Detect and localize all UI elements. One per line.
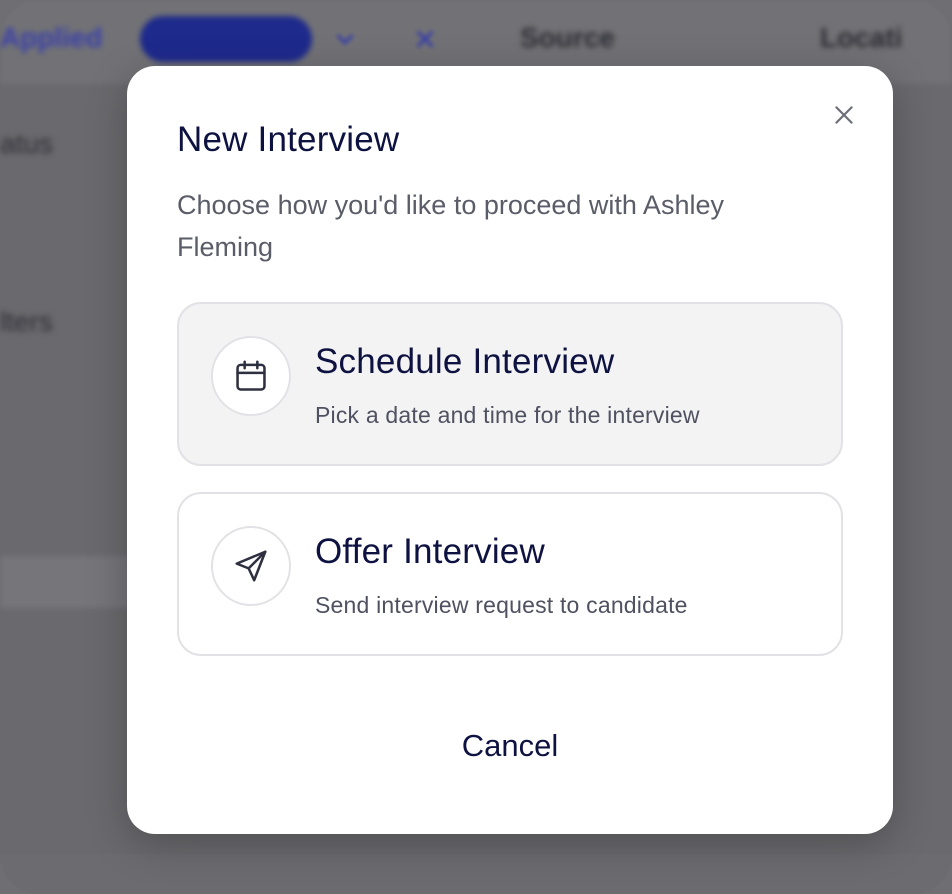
send-icon bbox=[235, 550, 267, 582]
background-location-filter: Locati bbox=[820, 22, 903, 53]
new-interview-dialog: New Interview Choose how you'd like to p… bbox=[127, 66, 893, 834]
cancel-button[interactable]: Cancel bbox=[177, 720, 843, 770]
background-chevron-down-icon bbox=[336, 34, 354, 45]
background-source-filter: Source bbox=[520, 22, 615, 53]
schedule-icon-circle bbox=[211, 336, 291, 416]
close-icon bbox=[835, 106, 853, 124]
offer-icon-circle bbox=[211, 526, 291, 606]
background-row bbox=[0, 556, 140, 608]
background-close-icon bbox=[416, 30, 434, 48]
schedule-interview-description: Pick a date and time for the interview bbox=[315, 402, 700, 428]
dialog-subtitle: Choose how you'd like to proceed with As… bbox=[177, 190, 724, 262]
schedule-interview-option[interactable]: Schedule Interview Pick a date and time … bbox=[177, 302, 843, 466]
background-filter-pill bbox=[140, 16, 312, 62]
dialog-title: New Interview bbox=[177, 120, 400, 159]
offer-interview-option[interactable]: Offer Interview Send interview request t… bbox=[177, 492, 843, 656]
background-status-filter: atus bbox=[0, 128, 53, 159]
offer-interview-description: Send interview request to candidate bbox=[315, 592, 688, 618]
background-applied-filter: Applied bbox=[0, 22, 103, 53]
close-button[interactable] bbox=[829, 100, 859, 130]
offer-interview-title: Offer Interview bbox=[315, 532, 545, 571]
background-filters-label: lters bbox=[0, 306, 53, 337]
background-footer bbox=[0, 854, 952, 894]
schedule-interview-title: Schedule Interview bbox=[315, 342, 615, 381]
calendar-icon bbox=[236, 360, 266, 391]
